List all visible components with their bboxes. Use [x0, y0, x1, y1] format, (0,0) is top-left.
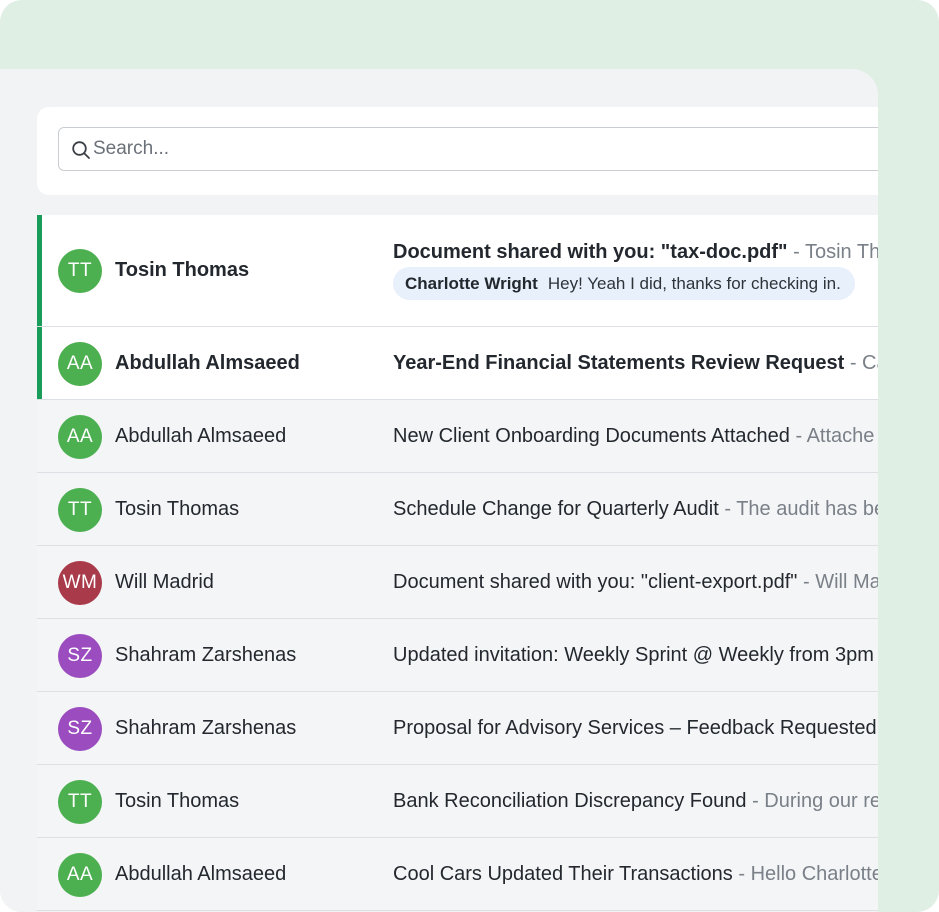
message-row[interactable]: AA Abdullah Almsaeed Cool Cars Updated The…	[37, 838, 878, 911]
avatar: TT	[58, 249, 102, 293]
message-subject: Bank Reconciliation Discrepancy Found	[393, 790, 747, 812]
subject-separator: -	[787, 241, 805, 263]
avatar: AA	[58, 415, 102, 459]
message-row[interactable]: AA Abdullah Almsaeed New Client Onboarding…	[37, 400, 878, 473]
sender-name: Tosin Thomas	[115, 790, 240, 812]
message-preview: During our re	[764, 790, 878, 812]
message-subject: New Client Onboarding Documents Attached	[393, 425, 790, 447]
subject-separator: -	[746, 790, 765, 812]
message-row[interactable]: AA Abdullah Almsaeed Year-End Financial St…	[37, 327, 878, 400]
search-bar-container	[37, 107, 878, 195]
message-row[interactable]: SZ Shahram Zarshenas Updated invitation: W…	[37, 619, 878, 692]
avatar: AA	[58, 342, 102, 386]
unread-indicator	[37, 327, 42, 399]
message-row[interactable]: TT Tosin Thomas Schedule Change for Quarte…	[37, 473, 878, 546]
message-preview: Can	[862, 352, 878, 374]
message-summary: Document shared with you: "tax-doc.pdf" …	[393, 241, 878, 264]
search-icon	[72, 141, 90, 159]
message-list: TT Tosin Thomas Document shared with you: …	[37, 215, 878, 911]
message-summary: Schedule Change for Quarterly Audit - Th…	[393, 498, 878, 521]
message-subject: Cool Cars Updated Their Transactions	[393, 863, 733, 885]
message-subject: Updated invitation: Weekly Sprint @ Week…	[393, 644, 874, 666]
message-summary: Updated invitation: Weekly Sprint @ Week…	[393, 644, 874, 667]
subject-separator: -	[732, 863, 751, 885]
avatar: SZ	[58, 707, 102, 751]
subject-separator: -	[718, 498, 737, 520]
message-summary: Cool Cars Updated Their Transactions - H…	[393, 863, 878, 886]
message-preview: Tosin Thom	[804, 241, 878, 263]
sender-name: Abdullah Almsaeed	[115, 352, 300, 374]
message-row[interactable]: TT Tosin Thomas Bank Reconciliation Discre…	[37, 765, 878, 838]
reply-text: Hey! Yeah I did, thanks for checking in.	[547, 273, 841, 293]
message-subject: Proposal for Advisory Services – Feedbac…	[393, 717, 877, 739]
sender-name: Abdullah Almsaeed	[115, 425, 287, 447]
message-preview: The audit has be	[736, 498, 878, 520]
message-preview: Hello Charlotte	[750, 863, 878, 885]
message-preview: Will Ma	[815, 571, 878, 593]
message-preview: Attache	[806, 425, 875, 447]
message-summary: Bank Reconciliation Discrepancy Found - …	[393, 790, 878, 813]
message-row[interactable]: WM Will Madrid Document shared with you: "…	[37, 546, 878, 619]
message-summary: Year-End Financial Statements Review Req…	[393, 352, 878, 375]
search-box[interactable]	[58, 127, 878, 171]
sender-name: Shahram Zarshenas	[115, 717, 297, 739]
message-subject: Document shared with you: "client-export…	[393, 571, 798, 593]
message-row[interactable]: SZ Shahram Zarshenas Proposal for Advisory…	[37, 692, 878, 765]
sender-name: Will Madrid	[115, 571, 214, 593]
avatar: TT	[58, 780, 102, 824]
subject-separator: -	[797, 571, 816, 593]
sender-name: Tosin Thomas	[115, 259, 250, 281]
message-row[interactable]: TT Tosin Thomas Document shared with you: …	[37, 215, 878, 327]
subject-separator: -	[789, 425, 807, 447]
message-summary: Document shared with you: "client-export…	[393, 571, 878, 594]
unread-indicator	[37, 215, 42, 326]
search-input[interactable]	[93, 128, 873, 170]
latest-reply-chip[interactable]: Charlotte Wright Hey! Yeah I did, thanks …	[393, 267, 855, 300]
sender-name: Shahram Zarshenas	[115, 644, 297, 666]
sender-name: Tosin Thomas	[115, 498, 240, 520]
message-summary: Proposal for Advisory Services – Feedbac…	[393, 717, 877, 740]
inbox-panel: TT Tosin Thomas Document shared with you: …	[0, 69, 878, 912]
message-summary: New Client Onboarding Documents Attached…	[393, 425, 874, 448]
avatar: SZ	[58, 634, 102, 678]
message-subject: Year-End Financial Statements Review Req…	[393, 352, 845, 374]
avatar: TT	[58, 488, 102, 532]
reply-author: Charlotte Wright	[405, 273, 538, 293]
app-background: TT Tosin Thomas Document shared with you: …	[0, 0, 939, 912]
avatar: AA	[58, 853, 102, 897]
sender-name: Abdullah Almsaeed	[115, 863, 287, 885]
message-subject: Document shared with you: "tax-doc.pdf"	[393, 241, 788, 263]
message-subject: Schedule Change for Quarterly Audit	[393, 498, 719, 520]
avatar: WM	[58, 561, 102, 605]
subject-separator: -	[844, 352, 863, 374]
